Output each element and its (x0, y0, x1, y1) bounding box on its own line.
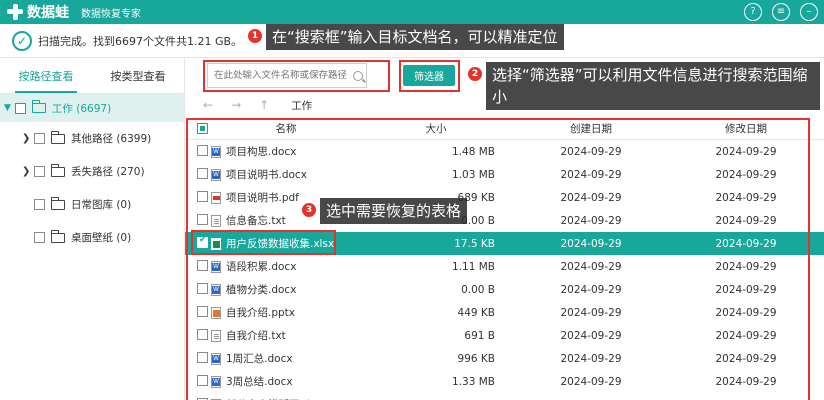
tree-item-checkbox[interactable] (34, 133, 45, 144)
tree-item-label: 丢失路径 (270) (71, 166, 145, 178)
annotation-2: 2 选择“筛选器”可以利用文件信息进行搜索范围缩小 (468, 62, 824, 110)
window-controls: ? ≡ – (744, 3, 818, 21)
logo-text: 数据蛙 (27, 5, 69, 21)
scan-status-text: 扫描完成。找到6697个文件共1.21 GB。 (38, 34, 243, 48)
minimize-icon[interactable]: – (800, 3, 818, 21)
annotation-1: 1 在“搜索框”输入目标文档名，可以精准定位 (248, 24, 564, 50)
tree-item-checkbox[interactable] (34, 232, 45, 243)
plus-logo-icon (6, 3, 24, 21)
up-arrow-icon[interactable]: ↑ (259, 98, 269, 112)
annotation-number: 3 (302, 203, 316, 217)
left-panel: 按路径查看 按类型查看 ▼ 工作 (6697) ❯ 其他路径 (6399) ❯ … (0, 58, 185, 400)
tree-root-work[interactable]: ▼ 工作 (6697) (0, 94, 184, 122)
tree-item-checkbox[interactable] (34, 199, 45, 210)
check-circle-icon: ✓ (12, 30, 32, 51)
app-window: 数据蛙 数据恢复专家 ? ≡ – ✓ 扫描完成。找到6697个文件共1.21 G… (0, 0, 824, 400)
folder-icon (51, 163, 65, 177)
annotation-text: 选中需要恢复的表格 (320, 198, 468, 224)
tree-item-label: 日常图库 (0) (71, 199, 132, 211)
chevron-right-icon[interactable]: ❯ (22, 166, 34, 177)
table-highlight-box (186, 118, 810, 400)
view-tabs: 按路径查看 按类型查看 (0, 58, 184, 94)
tab-by-path[interactable]: 按路径查看 (0, 58, 92, 93)
folder-icon (51, 130, 65, 144)
tree-item-label: 桌面壁纸 (0) (71, 232, 132, 244)
tab-by-type[interactable]: 按类型查看 (92, 58, 184, 93)
tree-item-desktop-wallpaper[interactable]: 桌面壁纸 (0) (0, 221, 184, 254)
chevron-right-icon[interactable]: ❯ (22, 133, 34, 144)
annotation-text: 在“搜索框”输入目标文档名，可以精准定位 (266, 24, 564, 50)
tree-root-checkbox[interactable] (14, 102, 26, 114)
tree-item-other-paths[interactable]: ❯ 其他路径 (6399) (0, 122, 184, 155)
search-highlight-box (203, 60, 390, 92)
filter-highlight-box (399, 60, 460, 92)
back-arrow-icon[interactable]: ← (203, 98, 213, 112)
breadcrumb: 工作 (291, 99, 313, 112)
tree-item-label: 其他路径 (6399) (71, 133, 152, 145)
folder-icon (51, 196, 65, 210)
annotation-3: 3 选中需要恢复的表格 (302, 198, 468, 224)
tree-root-label: 工作 (6697) (51, 102, 112, 115)
annotation-number: 1 (248, 29, 262, 43)
folder-icon (51, 229, 65, 243)
annotation-text: 选择“筛选器”可以利用文件信息进行搜索范围缩小 (486, 62, 820, 110)
folder-icon (31, 100, 46, 113)
title-bar: 数据蛙 数据恢复专家 ? ≡ – (0, 0, 824, 24)
tree-item-lost-paths[interactable]: ❯ 丢失路径 (270) (0, 155, 184, 188)
tree-item-daily-gallery[interactable]: 日常图库 (0) (0, 188, 184, 221)
forward-arrow-icon[interactable]: → (231, 98, 241, 112)
menu-icon[interactable]: ≡ (772, 3, 790, 21)
annotation-number: 2 (468, 67, 482, 81)
expand-down-icon[interactable]: ▼ (4, 103, 11, 113)
tree-item-checkbox[interactable] (34, 166, 45, 177)
app-logo: 数据蛙 (6, 2, 69, 22)
app-subtitle: 数据恢复专家 (81, 8, 141, 20)
selected-row-highlight-box (191, 230, 336, 255)
help-icon[interactable]: ? (744, 3, 762, 21)
